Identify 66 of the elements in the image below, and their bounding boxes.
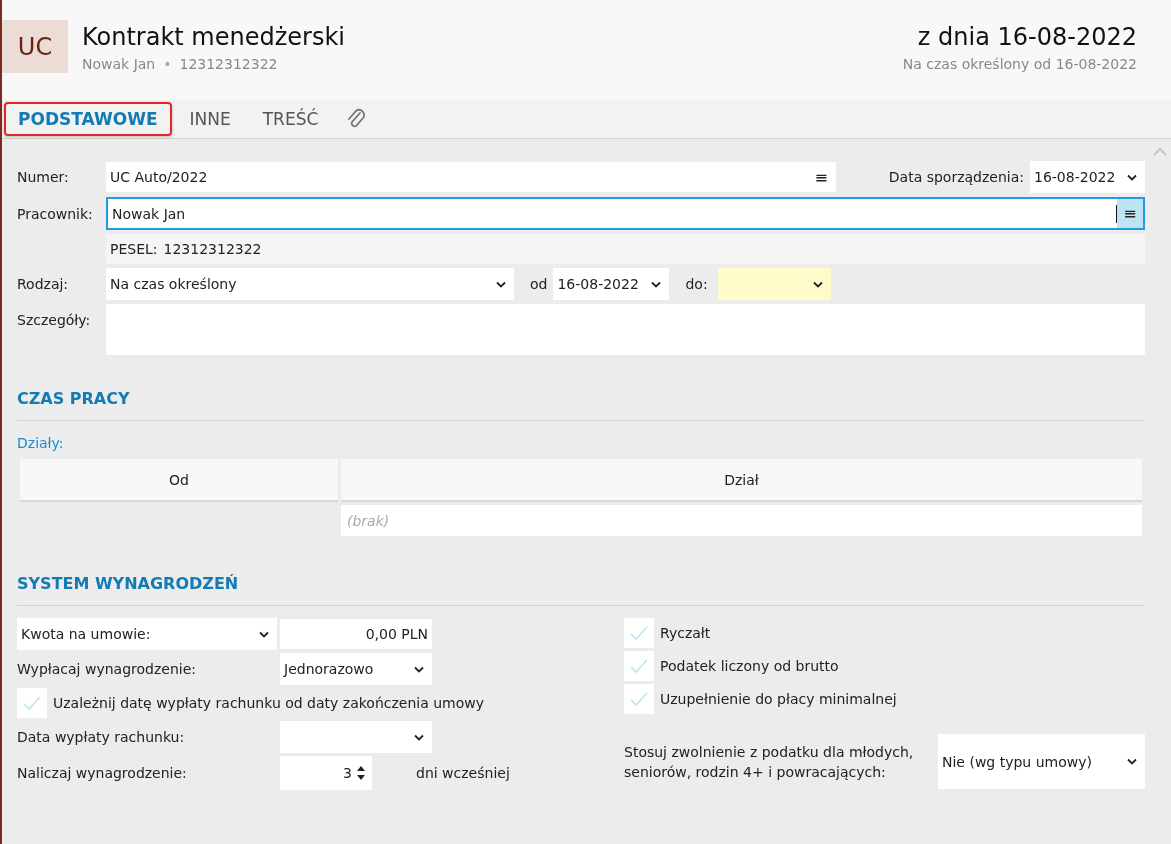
field-label: Rodzaj:: [17, 276, 70, 292]
chevron-down-icon: [812, 280, 823, 288]
field-label: Stosuj zwolnienie z podatku dla młodych, seniorów, rodzin 4+ i powracających:: [624, 742, 915, 782]
payment-select[interactable]: Jednorazowo: [280, 653, 432, 685]
chevron-down-icon: [414, 733, 424, 741]
scroll-up-icon: [1153, 147, 1167, 156]
checkbox[interactable]: [17, 688, 47, 718]
checkbox[interactable]: [624, 684, 654, 714]
field-label: do:: [685, 276, 708, 292]
field-label: Szczegóły:: [17, 311, 92, 328]
chevron-down-icon: [1127, 173, 1137, 181]
chevron-down-icon: [259, 630, 269, 638]
checkbox-label: Ryczałt: [660, 625, 711, 641]
field-label: Pracownik:: [17, 205, 94, 222]
exemption-select[interactable]: Nie (wg typu umowy): [938, 734, 1145, 789]
checkbox-label: Podatek liczony od brutto: [660, 658, 839, 674]
field-label: Data wypłaty rachunku:: [17, 729, 186, 745]
tab[interactable]: PODSTAWOWE: [4, 102, 172, 136]
amount-field[interactable]: 0,00 PLN: [280, 619, 432, 649]
separator-dot: •: [163, 56, 172, 72]
field-label: Wypłacaj wynagrodzenie:: [17, 661, 197, 677]
chevron-down-icon: [1127, 758, 1137, 765]
employee-id: 12312312322: [179, 56, 278, 72]
chevron-down-icon: [496, 280, 506, 288]
start-date-select[interactable]: 16-08-2022: [553, 268, 670, 300]
employee-name: Nowak Jan: [82, 56, 156, 72]
menu-icon[interactable]: ≡: [806, 167, 836, 187]
field-suffix: dni wcześniej: [416, 765, 510, 781]
spinner-arrows-icon: [356, 764, 366, 782]
column-header[interactable]: Dział: [341, 459, 1142, 502]
document-title: Kontrakt menedżerski: [82, 22, 345, 53]
amount-type-select[interactable]: Kwota na umowie:: [17, 618, 277, 650]
checkbox[interactable]: [624, 618, 654, 648]
field-label: Data sporządzenia:: [888, 169, 1024, 185]
section-heading: SYSTEM WYNAGRODZEŃ: [17, 574, 240, 593]
section-heading: CZAS PRACY: [17, 389, 131, 408]
field-label: Naliczaj wynagrodzenie:: [17, 765, 188, 781]
checkbox[interactable]: [624, 651, 654, 681]
contract-period: Na czas określony od 16-08-2022: [902, 56, 1137, 72]
number-spinner[interactable]: 3: [280, 756, 372, 790]
payment-date-select[interactable]: [280, 721, 432, 753]
checkmark-icon: [629, 658, 649, 674]
checkmark-icon: [629, 691, 649, 707]
tab[interactable]: TREŚĆ: [248, 102, 333, 136]
checkmark-icon: [22, 695, 42, 711]
checkmark-icon: [629, 625, 649, 641]
date-select[interactable]: 16-08-2022: [1030, 161, 1145, 193]
empty-cell: (brak): [341, 505, 1142, 536]
employee-field[interactable]: Nowak Jan ≡: [106, 197, 1145, 230]
number-field[interactable]: UC Auto/2022 ≡: [106, 162, 836, 192]
tab[interactable]: INNE: [175, 102, 245, 136]
checkbox-label: Uzależnij datę wypłaty rachunku od daty zakończenia umowy: [53, 695, 485, 711]
document-badge: UC: [2, 20, 68, 73]
checkbox-label: Uzupełnienie do płacy minimalnej: [660, 691, 897, 707]
end-date-select[interactable]: [717, 268, 831, 300]
section-label: Działy:: [17, 435, 65, 451]
list-button[interactable]: ≡: [1117, 199, 1143, 228]
chevron-down-icon: [651, 280, 662, 288]
type-select[interactable]: Na czas określony: [106, 268, 514, 300]
field-label: od: [530, 276, 548, 292]
pesel-label: PESEL:: [110, 241, 158, 257]
pesel-value: 12312312322: [163, 241, 262, 257]
chevron-down-icon: [414, 665, 424, 673]
document-date: z dnia 16-08-2022: [916, 22, 1137, 53]
field-label: Numer:: [17, 169, 70, 185]
column-header[interactable]: Od: [20, 459, 338, 502]
